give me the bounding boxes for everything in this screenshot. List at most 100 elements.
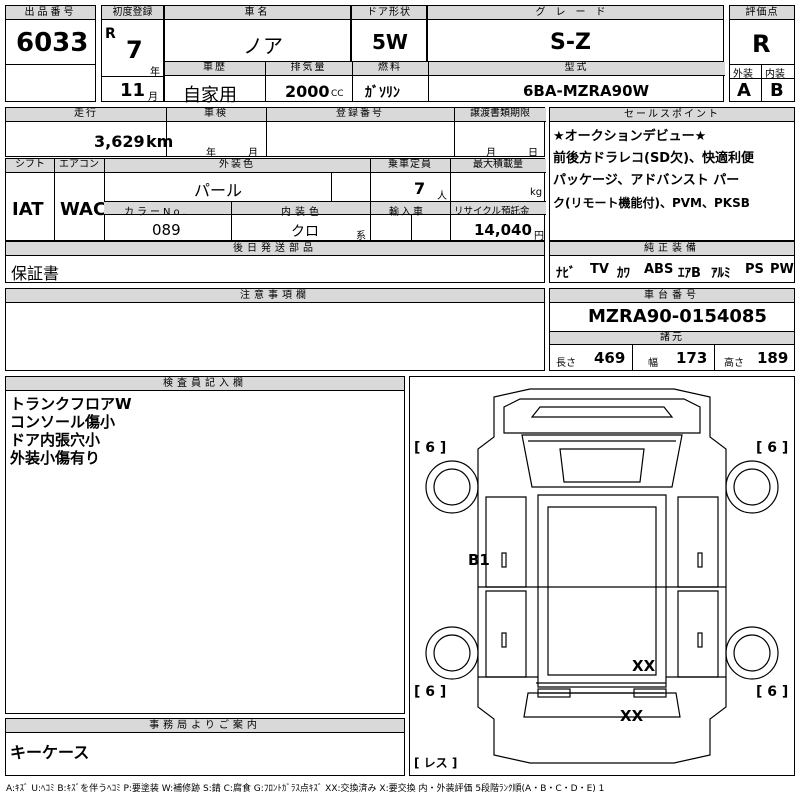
doors-label: ドア形状 xyxy=(352,6,426,20)
chassis-label: 車台番号 xyxy=(550,289,794,303)
capacity-unit: 人 xyxy=(437,191,447,202)
equipment-box: 純正装備 ﾅﾋﾞ TV ｶﾜ ABS ｴｱB ｱﾙﾐ PS PW xyxy=(549,241,795,283)
selling-line-4: ク(リモート機能付)、PVM、PKSB xyxy=(553,196,750,210)
shift-label: シフト xyxy=(6,159,54,173)
later-parts-label: 後日発送部品 xyxy=(6,242,544,256)
ac-label: エアコン xyxy=(54,159,104,173)
inspector-line-2: コンソール傷小 xyxy=(10,413,116,431)
transfer-day-unit: 日 xyxy=(528,148,538,159)
equipment-item: ｱﾙﾐ xyxy=(711,266,731,281)
max-load-unit: kg xyxy=(530,187,543,198)
grade-box: グレード S-Z xyxy=(427,5,724,62)
ac-value: WAC xyxy=(60,199,107,220)
selling-points-label: セールスポイント xyxy=(550,108,794,122)
inspection-month-unit: 月 xyxy=(248,148,258,159)
score-label: 評価点 xyxy=(730,6,794,20)
spec-length-label: 長さ xyxy=(556,358,576,369)
lot-number: 6033 xyxy=(16,28,89,58)
spec-height-label: 高さ xyxy=(724,358,744,369)
row2-box: 走行 車検 登録番号 譲渡書類期限 3,629 km 年 月 月 日 xyxy=(5,107,546,159)
tire-rr-mark: [ 6 ] xyxy=(756,684,789,700)
int-score-value: B xyxy=(770,80,784,101)
color-no-value: 089 xyxy=(152,221,181,239)
inspection-label: 車検 xyxy=(166,108,266,122)
transfer-month-unit: 月 xyxy=(486,148,496,159)
fuel-label: 燃料 xyxy=(352,62,428,76)
first-reg-year: 7 xyxy=(126,36,143,64)
capacity-value: 7 xyxy=(414,179,426,198)
capacity-label: 乗車定員 xyxy=(370,159,450,173)
spec-height-value: 189 xyxy=(757,349,789,367)
selling-line-1: ★オークションデビュー★ xyxy=(553,129,707,144)
chassis-value: MZRA90-0154085 xyxy=(588,306,767,327)
selling-line-2: 前後方ドラレコ(SD欠)、快適利便 xyxy=(553,151,755,166)
selling-line-3: パッケージ、アドバンスト パー xyxy=(553,173,740,188)
car-diagram: [ 6 ] [ 6 ] [ 6 ] [ 6 ] B1 XX XX [ レス ] xyxy=(409,376,795,776)
model-value: 6BA-MZRA90W xyxy=(523,82,650,100)
car-name-label: 車名 xyxy=(165,6,350,20)
displacement-label: 排気量 xyxy=(265,62,352,76)
car-name-box: 車名 ノア xyxy=(164,5,351,62)
inspector-line-3: ドア内張穴小 xyxy=(10,431,101,449)
int-color-value: クロ xyxy=(291,224,319,240)
tire-fl-mark: [ 6 ] xyxy=(414,440,447,456)
color-no-label: カラーNo. xyxy=(124,207,189,218)
transfer-label: 譲渡書類期限 xyxy=(454,108,546,122)
spec-length-value: 469 xyxy=(594,349,626,367)
reg-no-label: 登録番号 xyxy=(266,108,454,122)
equipment-item: ｴｱB xyxy=(678,266,701,281)
selling-points-box: セールスポイント ★オークションデビュー★ 前後方ドラレコ(SD欠)、快適利便 … xyxy=(549,107,795,241)
spare-tire-mark: [ レス ] xyxy=(414,756,458,770)
row3-box: シフト エアコン 外装色 乗車定員 最大積載量 IAT WAC パール 7 人 … xyxy=(5,158,546,242)
damage-mark-xx-1: XX xyxy=(632,657,656,675)
int-color-label: 内装色 xyxy=(281,207,323,218)
score-value: R xyxy=(752,30,771,58)
damage-mark-b1: B1 xyxy=(468,551,490,569)
row1-lower: 車歴 排気量 燃料 型式 自家用 2000 CC ｶﾞｿﾘﾝ 6BA-MZRA9… xyxy=(164,61,725,106)
inspector-box: 検査員記入欄 トランクフロアW コンソール傷小 ドア内張穴小 外装小傷有り xyxy=(5,376,405,714)
later-parts-value: 保証書 xyxy=(11,264,60,283)
tire-fr-mark: [ 6 ] xyxy=(756,440,789,456)
chassis-box: 車台番号 MZRA90-0154085 諸元 長さ 469 幅 173 高さ 1… xyxy=(549,288,795,371)
damage-mark-xx-2: XX xyxy=(620,707,644,725)
doors-box: ドア形状 5W xyxy=(351,5,427,62)
first-reg-label: 初度登録 xyxy=(102,6,163,20)
notes-label: 注意事項欄 xyxy=(6,289,544,303)
grade-label: グレード xyxy=(428,6,723,20)
fuel-value: ｶﾞｿﾘﾝ xyxy=(365,85,400,101)
car-outline-svg xyxy=(425,388,779,764)
lot-label: 出品番号 xyxy=(6,6,95,20)
equipment-item: ｶﾜ xyxy=(617,266,630,281)
import-label: 輸入車 xyxy=(389,207,425,218)
lot-box: 出品番号 6033 xyxy=(5,5,96,102)
first-reg-month-unit: 月 xyxy=(148,92,158,103)
ext-color-label: 外装色 xyxy=(104,159,370,173)
history-label: 車歴 xyxy=(165,62,265,76)
recycle-unit: 円 xyxy=(534,231,544,242)
max-load-label: 最大積載量 xyxy=(450,159,546,173)
tire-rl-mark: [ 6 ] xyxy=(414,684,447,700)
equipment-item: ABS xyxy=(644,262,674,277)
equipment-item: ﾅﾋﾞ xyxy=(556,266,576,281)
inspector-label: 検査員記入欄 xyxy=(6,377,404,391)
mileage-value: 3,629 xyxy=(94,132,145,151)
doors-value: 5W xyxy=(372,30,408,54)
displacement-value: 2000 xyxy=(285,82,330,101)
equipment-item: PS xyxy=(745,262,764,277)
later-parts-box: 後日発送部品 保証書 xyxy=(5,241,545,283)
inspection-year-unit: 年 xyxy=(206,148,216,159)
history-value: 自家用 xyxy=(183,85,237,106)
score-box: 評価点 R 外装 内装 A B xyxy=(729,5,795,102)
displacement-unit: CC xyxy=(331,89,344,99)
ext-score-value: A xyxy=(737,80,751,101)
equipment-item: PW xyxy=(770,262,794,277)
first-reg-box: 初度登録 R 7 年 11 月 xyxy=(101,5,164,103)
model-label: 型式 xyxy=(428,62,725,76)
spec-width-label: 幅 xyxy=(648,358,658,369)
office-box: 事務局よりご案内 キーケース xyxy=(5,718,405,776)
office-value: キーケース xyxy=(10,743,90,762)
mileage-label: 走行 xyxy=(6,108,166,122)
spec-width-value: 173 xyxy=(676,349,708,367)
legend-text: A:ｷｽﾞ U:ﾍｺﾐ B:ｷｽﾞを伴うﾍｺﾐ P:要塗装 W:補修跡 S:錆 … xyxy=(6,784,605,794)
recycle-value: 14,040 xyxy=(474,221,532,239)
